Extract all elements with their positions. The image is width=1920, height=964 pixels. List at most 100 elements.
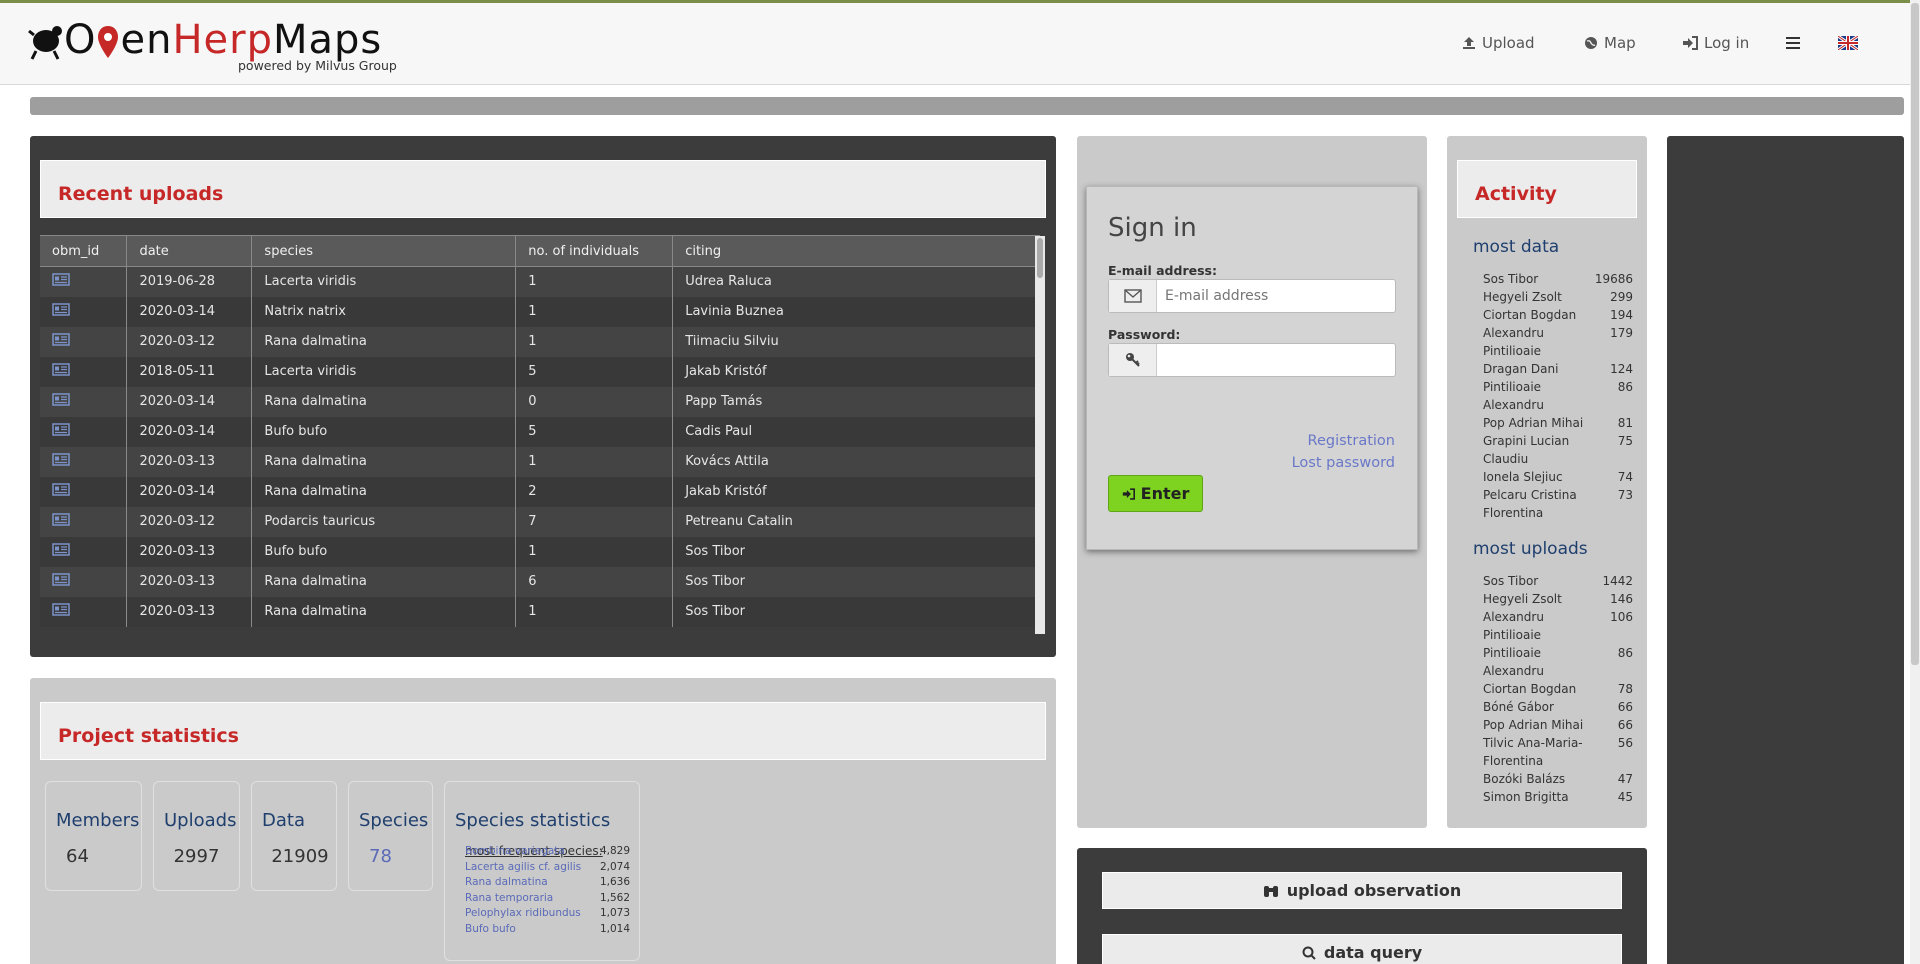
row-citing: Udrea Raluca <box>672 266 1040 297</box>
enter-button[interactable]: Enter <box>1108 475 1203 512</box>
email-input[interactable] <box>1165 284 1385 308</box>
table-row: 2020-03-14 Natrix natrix 1 Lavinia Buznea <box>40 296 1040 327</box>
record-link-cell[interactable] <box>40 386 128 417</box>
species-name-link[interactable]: Pelophylax ridibundus <box>465 906 581 922</box>
record-card-icon[interactable] <box>52 453 70 466</box>
activity-row: Pop Adrian Mihai 66 <box>1483 716 1633 734</box>
record-link-cell[interactable] <box>40 566 128 597</box>
record-card-icon[interactable] <box>52 603 70 616</box>
col-header-individuals[interactable]: no. of individuals <box>515 235 674 267</box>
record-card-icon[interactable] <box>52 543 70 556</box>
species-count: 4,829 <box>599 845 630 857</box>
record-card-icon[interactable] <box>52 333 70 346</box>
record-card-icon[interactable] <box>52 303 70 316</box>
species-name-link[interactable]: Bombina variegata <box>465 844 565 860</box>
upload-icon <box>1463 37 1475 49</box>
activity-user-value: 75 <box>1617 434 1633 448</box>
record-link-cell[interactable] <box>40 536 128 567</box>
species-name-link[interactable]: Bufo bufo <box>465 922 516 938</box>
col-header-species[interactable]: species <box>251 235 517 267</box>
record-link-cell[interactable] <box>40 266 128 297</box>
activity-header: Activity <box>1457 160 1637 218</box>
table-scrollbar-thumb[interactable] <box>1037 238 1043 278</box>
species-name-link[interactable]: Lacerta agilis cf. agilis <box>465 860 581 876</box>
sign-in-icon <box>1683 36 1698 50</box>
activity-user-name: Alexandru Pintilioaie <box>1483 610 1544 642</box>
row-individuals: 1 <box>515 446 674 477</box>
activity-user-value: 78 <box>1617 682 1633 696</box>
row-species: Rana dalmatina <box>251 446 517 477</box>
record-card-icon[interactable] <box>52 273 70 286</box>
row-date: 2020-03-13 <box>126 596 253 627</box>
data-query-button[interactable]: data query <box>1102 934 1622 964</box>
col-header-citing[interactable]: citing <box>672 235 1040 267</box>
activity-row: Simon Brigitta 45 <box>1483 788 1633 806</box>
record-card-icon[interactable] <box>52 393 70 406</box>
most-uploads-label: most uploads <box>1473 539 1588 559</box>
col-header-date[interactable]: date <box>126 235 253 267</box>
language-selector[interactable] <box>1838 31 1858 55</box>
record-link-cell[interactable] <box>40 326 128 357</box>
record-link-cell[interactable] <box>40 596 128 627</box>
row-date: 2020-03-13 <box>126 536 253 567</box>
species-name-link[interactable]: Rana temporaria <box>465 891 553 907</box>
most-data-list: Sos Tibor 19686 Hegyeli Zsolt 299 Ciortan Bo… <box>1483 270 1633 522</box>
uploads-value: 2997 <box>173 846 220 867</box>
record-card-icon[interactable] <box>52 483 70 496</box>
species-statistics-label: Species statistics <box>455 810 611 831</box>
species-label: Species <box>359 810 429 831</box>
activity-user-name: Ionela Slejiuc <box>1483 470 1563 484</box>
species-count: 1,073 <box>599 907 630 919</box>
email-label: E-mail address: <box>1108 263 1217 278</box>
table-row: 2020-03-14 Rana dalmatina 2 Jakab Kristóf <box>40 476 1040 507</box>
species-name-link[interactable]: Rana dalmatina <box>465 875 548 891</box>
envelope-icon <box>1109 280 1157 312</box>
activity-user-value: 146 <box>1610 592 1633 606</box>
password-input[interactable] <box>1165 348 1385 372</box>
species-value-link[interactable]: 78 <box>369 846 452 867</box>
nav-map-label: Map <box>1604 34 1636 52</box>
page-scrollbar-thumb[interactable] <box>1911 3 1919 665</box>
row-citing: Sos Tibor <box>672 596 1040 627</box>
nav-login-link[interactable]: Log in <box>1682 31 1749 55</box>
activity-user-name: Simon Brigitta <box>1483 790 1569 804</box>
row-individuals: 7 <box>515 506 674 537</box>
activity-user-name: Ciortan Bogdan <box>1483 682 1577 696</box>
record-card-icon[interactable] <box>52 423 70 436</box>
row-individuals: 2 <box>515 476 674 507</box>
row-species: Lacerta viridis <box>251 266 517 297</box>
record-link-cell[interactable] <box>40 506 128 537</box>
row-date: 2020-03-14 <box>126 386 253 417</box>
record-card-icon[interactable] <box>52 573 70 586</box>
recent-uploads-title: Recent uploads <box>58 183 224 205</box>
nav-map-link[interactable]: Map <box>1584 31 1636 55</box>
project-statistics-header: Project statistics <box>40 702 1046 760</box>
record-card-icon[interactable] <box>52 513 70 526</box>
registration-link[interactable]: Registration <box>1308 433 1395 449</box>
row-individuals: 5 <box>515 416 674 447</box>
record-link-cell[interactable] <box>40 296 128 327</box>
col-header-obm-id[interactable]: obm_id <box>40 235 128 267</box>
site-logo[interactable]: OenHerpMaps powered by Milvus Group <box>28 17 398 75</box>
record-card-icon[interactable] <box>52 363 70 376</box>
hamburger-menu-icon <box>1786 37 1800 49</box>
hamburger-menu-button[interactable] <box>1786 31 1800 55</box>
species-frequency-row: Bufo bufo 1,014 <box>465 922 630 938</box>
activity-user-value: 81 <box>1617 416 1633 430</box>
record-link-cell[interactable] <box>40 446 128 477</box>
record-link-cell[interactable] <box>40 476 128 507</box>
table-row: 2020-03-13 Rana dalmatina 1 Sos Tibor <box>40 596 1040 627</box>
activity-user-value: 66 <box>1617 700 1633 714</box>
record-link-cell[interactable] <box>40 416 128 447</box>
row-species: Lacerta viridis <box>251 356 517 387</box>
lost-password-link[interactable]: Lost password <box>1292 455 1395 471</box>
sign-in-icon <box>1122 487 1135 500</box>
species-count: 2,074 <box>599 860 630 873</box>
activity-user-name: Sos Tibor <box>1483 272 1539 286</box>
map-pin-icon <box>98 26 119 58</box>
table-scrollbar[interactable] <box>1035 236 1045 634</box>
species-frequency-row: Bombina variegata 4,829 <box>465 844 630 860</box>
nav-upload-link[interactable]: Upload <box>1462 31 1535 55</box>
record-link-cell[interactable] <box>40 356 128 387</box>
upload-observation-button[interactable]: upload observation <box>1102 872 1622 909</box>
